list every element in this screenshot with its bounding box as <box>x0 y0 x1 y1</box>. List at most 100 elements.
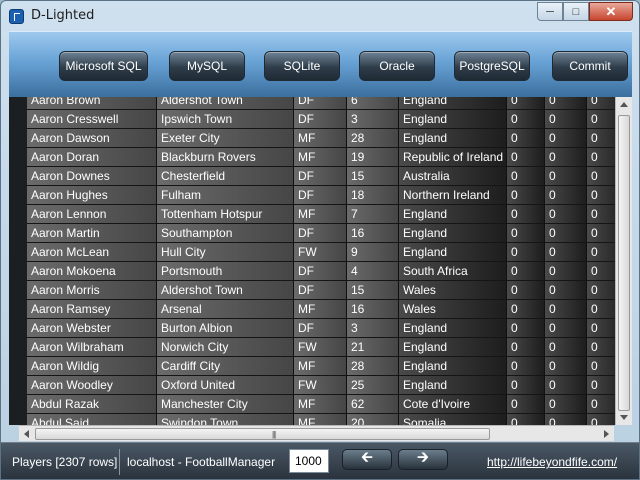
table-cell[interactable]: 25 <box>347 376 399 395</box>
table-cell[interactable]: MF <box>294 395 347 414</box>
table-cell[interactable]: 0 <box>507 224 545 243</box>
table-cell[interactable]: Tottenham Hotspur <box>157 205 294 224</box>
table-cell[interactable]: DF <box>294 186 347 205</box>
table-cell[interactable]: 0 <box>507 357 545 376</box>
table-cell[interactable]: Aaron Wilbraham <box>27 338 157 357</box>
table-cell[interactable]: 0 <box>507 205 545 224</box>
scroll-left-icon[interactable] <box>24 430 29 438</box>
table-cell[interactable]: 0 <box>507 186 545 205</box>
commit-button[interactable]: Commit <box>552 51 628 81</box>
table-cell[interactable]: Chesterfield <box>157 167 294 186</box>
table-cell[interactable]: Australia <box>399 167 507 186</box>
table-cell[interactable]: England <box>399 357 507 376</box>
table-cell[interactable]: 0 <box>545 319 587 338</box>
table-cell[interactable]: MF <box>294 414 347 425</box>
next-page-button[interactable]: 🡲 <box>398 449 448 470</box>
table-cell[interactable]: Ipswich Town <box>157 110 294 129</box>
table-cell[interactable]: 0 <box>545 243 587 262</box>
table-cell[interactable]: Blackburn Rovers <box>157 148 294 167</box>
table-cell[interactable]: 0 <box>545 281 587 300</box>
table-cell[interactable]: 7 <box>347 205 399 224</box>
table-cell[interactable]: Arsenal <box>157 300 294 319</box>
table-cell[interactable]: 0 <box>587 319 615 338</box>
table-cell[interactable]: Exeter City <box>157 129 294 148</box>
table-cell[interactable]: DF <box>294 97 347 110</box>
table-cell[interactable]: Swindon Town <box>157 414 294 425</box>
table-cell[interactable]: 0 <box>507 338 545 357</box>
table-cell[interactable]: DF <box>294 110 347 129</box>
table-cell[interactable]: 0 <box>507 110 545 129</box>
table-cell[interactable]: 28 <box>347 129 399 148</box>
table-cell[interactable]: Aaron Cresswell <box>27 110 157 129</box>
table-cell[interactable]: Northern Ireland <box>399 186 507 205</box>
table-cell[interactable]: Oxford United <box>157 376 294 395</box>
table-cell[interactable]: 15 <box>347 281 399 300</box>
table-row[interactable]: Aaron Downes Chesterfield DF 15 Australia 0 0 0 <box>27 167 615 186</box>
table-cell[interactable]: 16 <box>347 300 399 319</box>
table-cell[interactable]: 9 <box>347 243 399 262</box>
table-cell[interactable]: 0 <box>545 97 587 110</box>
table-cell[interactable]: 0 <box>587 129 615 148</box>
table-cell[interactable]: Burton Albion <box>157 319 294 338</box>
table-row[interactable]: Aaron Morris Aldershot Town DF 15 Wales 0 0 0 <box>27 281 615 300</box>
table-row[interactable]: Aaron Hughes Fulham DF 18 Northern Ireland 0 0… <box>27 186 615 205</box>
table-row[interactable]: Aaron Mokoena Portsmouth DF 4 South Africa 0 0… <box>27 262 615 281</box>
table-cell[interactable]: Aaron Downes <box>27 167 157 186</box>
table-cell[interactable]: England <box>399 243 507 262</box>
table-cell[interactable]: 0 <box>545 376 587 395</box>
table-cell[interactable]: 0 <box>587 414 615 425</box>
table-cell[interactable]: 4 <box>347 262 399 281</box>
table-cell[interactable]: England <box>399 319 507 338</box>
vertical-scrollbar[interactable] <box>615 97 632 425</box>
table-row[interactable]: Aaron Dawson Exeter City MF 28 England 0 0 0 <box>27 129 615 148</box>
table-cell[interactable]: England <box>399 110 507 129</box>
table-cell[interactable]: 0 <box>587 262 615 281</box>
table-cell[interactable]: Cote d'Ivoire <box>399 395 507 414</box>
horizontal-scrollbar[interactable]: ||| <box>19 425 614 441</box>
table-cell[interactable]: 0 <box>587 357 615 376</box>
table-row[interactable]: Aaron Lennon Tottenham Hotspur MF 7 England 0… <box>27 205 615 224</box>
table-cell[interactable]: Aldershot Town <box>157 281 294 300</box>
table-cell[interactable]: 0 <box>587 205 615 224</box>
table-cell[interactable]: 0 <box>507 129 545 148</box>
table-cell[interactable]: Aaron Brown <box>27 97 157 110</box>
table-cell[interactable]: Norwich City <box>157 338 294 357</box>
table-row[interactable]: Abdul Razak Manchester City MF 62 Cote d'Ivo… <box>27 395 615 414</box>
table-cell[interactable]: 0 <box>587 110 615 129</box>
table-cell[interactable]: Abdul Razak <box>27 395 157 414</box>
table-cell[interactable]: England <box>399 376 507 395</box>
table-cell[interactable]: Manchester City <box>157 395 294 414</box>
table-cell[interactable]: FW <box>294 338 347 357</box>
postgresql-button[interactable]: PostgreSQL <box>454 51 530 81</box>
players-grid[interactable]: Aaron Brown Aldershot Town DF 6 England 0 0 0 Aa… <box>27 97 615 425</box>
previous-page-button[interactable]: 🡰 <box>342 449 392 470</box>
table-cell[interactable]: Aaron Woodley <box>27 376 157 395</box>
table-cell[interactable]: Wales <box>399 300 507 319</box>
table-cell[interactable]: Republic of Ireland <box>399 148 507 167</box>
table-cell[interactable]: 0 <box>507 300 545 319</box>
table-cell[interactable]: 0 <box>507 319 545 338</box>
table-cell[interactable]: Aaron Mokoena <box>27 262 157 281</box>
table-cell[interactable]: MF <box>294 205 347 224</box>
table-cell[interactable]: 0 <box>545 186 587 205</box>
table-cell[interactable]: 0 <box>545 110 587 129</box>
table-cell[interactable]: Aaron Morris <box>27 281 157 300</box>
table-cell[interactable]: 0 <box>587 281 615 300</box>
table-row[interactable]: Aaron Brown Aldershot Town DF 6 England 0 0 0 <box>27 97 615 110</box>
vertical-scroll-thumb[interactable] <box>618 115 630 411</box>
table-cell[interactable]: MF <box>294 357 347 376</box>
table-cell[interactable]: 16 <box>347 224 399 243</box>
table-row[interactable]: Aaron Webster Burton Albion DF 3 England 0 0 0 <box>27 319 615 338</box>
table-row[interactable]: Abdul Said Swindon Town MF 20 Somalia 0 0 0 <box>27 414 615 425</box>
website-link[interactable]: http://lifebeyondfife.com/ <box>487 455 617 469</box>
table-cell[interactable]: 6 <box>347 97 399 110</box>
table-cell[interactable]: DF <box>294 319 347 338</box>
table-cell[interactable]: FW <box>294 243 347 262</box>
table-cell[interactable]: Somalia <box>399 414 507 425</box>
table-cell[interactable]: 0 <box>545 129 587 148</box>
table-cell[interactable]: 0 <box>545 167 587 186</box>
table-cell[interactable]: MF <box>294 148 347 167</box>
table-row[interactable]: Aaron Woodley Oxford United FW 25 England 0 0 0 <box>27 376 615 395</box>
table-cell[interactable]: DF <box>294 167 347 186</box>
table-cell[interactable]: Aaron Doran <box>27 148 157 167</box>
